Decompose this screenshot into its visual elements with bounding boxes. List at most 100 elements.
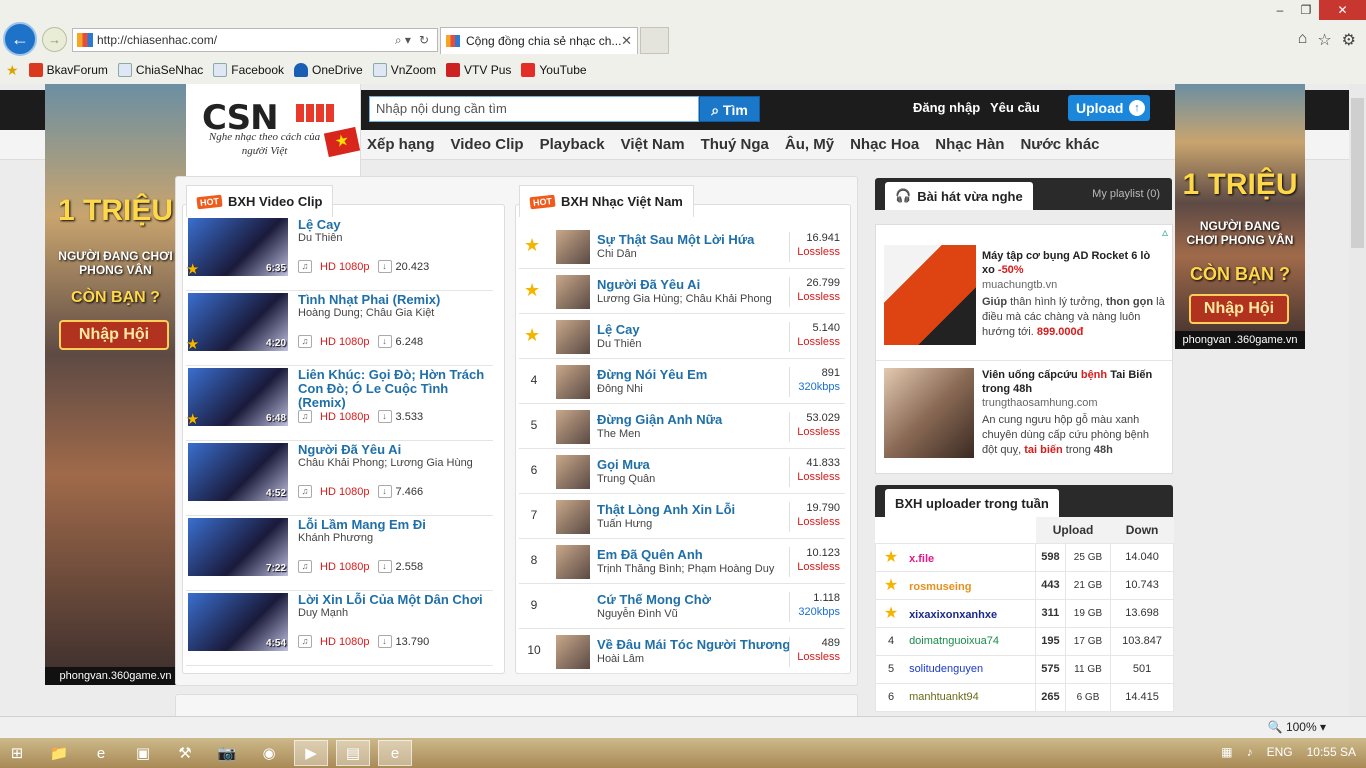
search-input[interactable]: Nhập nội dung cần tìm [369, 96, 699, 122]
song-row[interactable]: 7 Thật Lòng Anh Xin Lỗi Tuấn Hưng 19.790 … [519, 494, 845, 539]
song-title[interactable]: Cứ Thế Mong Chờ [597, 592, 711, 607]
song-title[interactable]: Về Đâu Mái Tóc Người Thương [597, 637, 790, 652]
song-row[interactable]: 8 Em Đã Quên Anh Trịnh Thăng Bình; Phạm H… [519, 539, 845, 584]
song-artist[interactable]: Nguyễn Đình Vũ [597, 608, 678, 620]
download-icon[interactable]: ↓ [377, 560, 392, 573]
menu-item-nhac-hoa[interactable]: Nhạc Hoa [850, 136, 919, 153]
video-item[interactable]: 7:22 Lỗi Lầm Mang Em Đi Khánh Phương ♫ H… [186, 516, 493, 591]
song-artist[interactable]: Đông Nhi [597, 383, 643, 395]
menu-item-nuoc-khac[interactable]: Nước khác [1020, 136, 1099, 153]
video-thumbnail[interactable]: 6:35 ★ [186, 218, 288, 278]
close-tab-icon[interactable]: ✕ [621, 33, 632, 49]
artist-avatar[interactable] [556, 365, 590, 399]
artist-avatar[interactable] [556, 275, 590, 309]
uploader-row[interactable]: ★ xixaxixonxanhxe 311 19 GB 13.698 [875, 598, 1174, 628]
network-icon[interactable]: ▦ [1221, 745, 1232, 759]
video-thumbnail[interactable]: 4:54 [188, 593, 288, 651]
vertical-scrollbar[interactable] [1349, 84, 1366, 716]
fav-facebook[interactable]: Facebook [213, 63, 284, 77]
video-artist[interactable]: Duy Mạnh [298, 607, 348, 619]
fav-vtv[interactable]: VTV Pus [446, 63, 511, 77]
video-thumbnail[interactable]: 4:52 [188, 443, 288, 501]
fav-vnzoom[interactable]: VnZoom [372, 63, 436, 77]
back-button[interactable]: ← [3, 22, 37, 56]
product-image[interactable] [884, 245, 976, 345]
video-thumbnail[interactable]: 6:48 ★ [186, 368, 288, 428]
uploader-row[interactable]: 4 doimatnguoixua74 195 17 GB 103.847 [875, 626, 1174, 656]
monitor-icon[interactable]: ▣ [126, 740, 160, 766]
song-row[interactable]: 10 Về Đâu Mái Tóc Người Thương Hoài Lâm 4… [519, 629, 845, 674]
video-title[interactable]: Lệ Cay [298, 218, 488, 232]
video-thumbnail[interactable]: 4:20 ★ [186, 293, 288, 353]
video-title[interactable]: Lỗi Lầm Mang Em Đi [298, 518, 488, 532]
menu-item-nhac-han[interactable]: Nhạc Hàn [935, 136, 1004, 153]
camera-icon[interactable]: 📷 [210, 740, 244, 766]
zoom-level[interactable]: 🔍 100% ▾ [1268, 720, 1326, 734]
ad-join-button[interactable]: Nhập Hội [59, 320, 169, 350]
uploader-row[interactable]: 5 solitudenguyen 575 11 GB 501 [875, 654, 1174, 684]
url-text[interactable]: http://chiasenhac.com/ [97, 33, 395, 47]
recent-tab[interactable]: 🎧 Bài hát vừa nghe [885, 182, 1033, 210]
download-icon[interactable]: ↓ [377, 485, 392, 498]
song-row[interactable]: 5 Đừng Giận Anh Nữa The Men 53.029 Lossle… [519, 404, 845, 449]
song-artist[interactable]: Trung Quân [597, 473, 655, 485]
video-item[interactable]: 4:20 ★ Tình Nhạt Phai (Remix) Hoàng Dung… [186, 291, 493, 366]
song-artist[interactable]: Trịnh Thăng Bình; Phạm Hoàng Duy [597, 563, 774, 575]
fav-bkavforum[interactable]: BkavForum [28, 63, 108, 77]
song-title[interactable]: Người Đã Yêu Ai [597, 277, 700, 292]
home-icon[interactable]: ⌂ [1298, 30, 1308, 50]
video-thumbnail[interactable]: 7:22 [188, 518, 288, 576]
uploader-row[interactable]: ★ x.file 598 25 GB 14.040 [875, 542, 1174, 572]
song-row[interactable]: 4 Đừng Nói Yêu Em Đông Nhi 891 320kbps [519, 359, 845, 404]
song-row[interactable]: 6 Gọi Mưa Trung Quân 41.833 Lossless [519, 449, 845, 494]
request-link[interactable]: Yêu cầu [990, 100, 1040, 115]
left-banner-ad[interactable]: 1 TRIỆU NGƯỜI ĐANG CHƠI PHONG VÂN CÒN BẠ… [45, 84, 186, 685]
download-icon[interactable]: ↓ [377, 260, 392, 273]
fav-onedrive[interactable]: OneDrive [294, 63, 363, 77]
song-row[interactable]: ★ Người Đã Yêu Ai Lương Gia Hùng; Châu Kh… [519, 269, 845, 314]
song-row[interactable]: 9 Cứ Thế Mong Chờ Nguyễn Đình Vũ 1.118 32… [519, 584, 845, 629]
video-item[interactable]: 4:52 Người Đã Yêu Ai Châu Khải Phong; Lư… [186, 441, 493, 516]
address-bar[interactable]: http://chiasenhac.com/ ⌕ ▾ ↻ [72, 28, 438, 52]
fav-youtube[interactable]: YouTube [521, 63, 587, 77]
medicine-image[interactable] [884, 368, 974, 458]
video-title[interactable]: Tình Nhạt Phai (Remix) [298, 293, 488, 307]
video-artist[interactable]: Hoàng Dung; Châu Gia Kiệt [298, 307, 434, 319]
forward-button[interactable]: → [42, 27, 67, 52]
uploader-name[interactable]: manhtuankt94 [909, 691, 979, 703]
download-icon[interactable]: ↓ [377, 635, 392, 648]
ad-join-button[interactable]: Nhập Hội [1189, 294, 1289, 324]
song-title[interactable]: Thật Lòng Anh Xin Lỗi [597, 502, 735, 517]
video-title[interactable]: Người Đã Yêu Ai [298, 443, 488, 457]
artist-avatar[interactable] [556, 320, 590, 354]
search-button[interactable]: ⌕ Tìm [699, 96, 760, 122]
uploader-row[interactable]: ★ rosmuseing 443 21 GB 10.743 [875, 570, 1174, 600]
start-windows-icon[interactable]: ⊞ [0, 740, 34, 766]
artist-avatar[interactable] [556, 230, 590, 264]
menu-item-playback[interactable]: Playback [540, 136, 605, 153]
adchoices-icon[interactable]: ▵ [1162, 225, 1168, 239]
uploader-name[interactable]: x.file [909, 553, 934, 565]
ie-active-icon[interactable]: e [378, 740, 412, 766]
gear-icon[interactable]: ⚙ [1342, 30, 1356, 50]
uploader-name[interactable]: xixaxixonxanhxe [909, 609, 997, 621]
artist-avatar[interactable] [556, 455, 590, 489]
menu-item-xep-hang[interactable]: Xếp hạng [367, 136, 435, 153]
video-artist[interactable]: Châu Khải Phong; Lương Gia Hùng [298, 457, 473, 469]
song-title[interactable]: Sự Thật Sau Một Lời Hứa [597, 232, 754, 247]
artist-avatar[interactable] [556, 635, 590, 669]
internet-explorer-icon[interactable]: e [84, 740, 118, 766]
download-icon[interactable]: ↓ [377, 335, 392, 348]
upload-button[interactable]: Upload ↑ [1068, 95, 1150, 121]
video-artist[interactable]: Khánh Phương [298, 532, 373, 544]
favorites-add-icon[interactable]: ★ [6, 62, 19, 79]
uploader-name[interactable]: doimatnguoixua74 [909, 635, 999, 647]
song-artist[interactable]: The Men [597, 428, 640, 440]
artist-avatar[interactable] [556, 545, 590, 579]
new-tab-button[interactable] [640, 27, 669, 54]
uploader-name[interactable]: rosmuseing [909, 581, 971, 593]
volume-icon[interactable]: ♪ [1247, 745, 1253, 759]
network-app-icon[interactable]: ▤ [336, 740, 370, 766]
song-title[interactable]: Đừng Giận Anh Nữa [597, 412, 722, 427]
song-row[interactable]: ★ Lệ Cay Du Thiên 5.140 Lossless [519, 314, 845, 359]
